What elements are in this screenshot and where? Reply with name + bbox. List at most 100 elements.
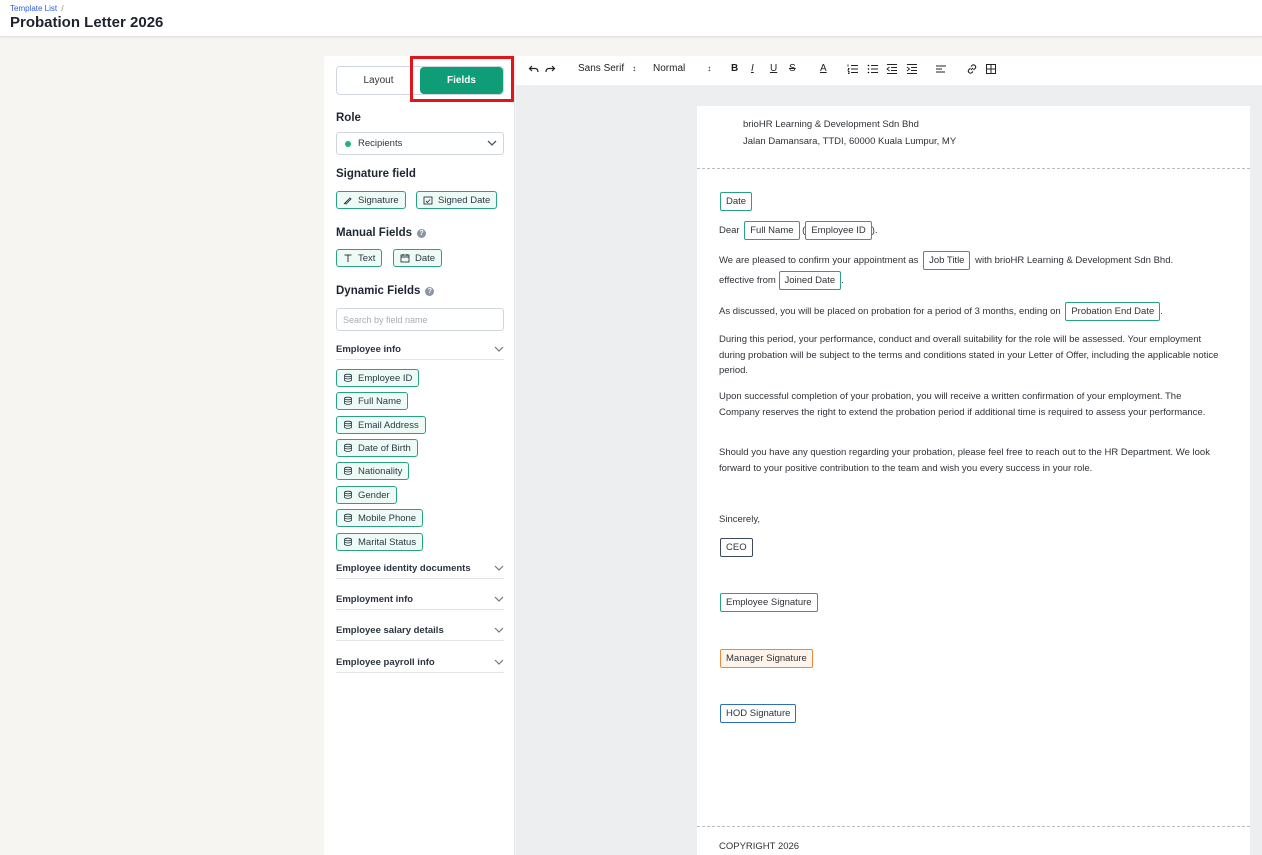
database-icon (344, 537, 352, 546)
link-button[interactable] (966, 63, 978, 75)
underline-button[interactable]: U (770, 63, 777, 74)
dynamic-fields-label: Dynamic Fields? (336, 285, 435, 297)
align-button[interactable] (935, 63, 947, 75)
redo-button[interactable] (544, 63, 556, 75)
paragraph-probation: As discussed, you will be placed on prob… (719, 302, 1224, 321)
role-label: Role (336, 112, 361, 124)
chip-mobile-phone[interactable]: Mobile Phone (336, 509, 424, 527)
size-select[interactable]: Normal ↕ (653, 63, 711, 74)
table-button[interactable] (985, 63, 997, 75)
chip-date-of-birth[interactable]: Date of Birth (336, 439, 418, 457)
text-color-button[interactable]: A (820, 63, 827, 74)
indent-button[interactable] (906, 63, 918, 75)
p1-text-c: effective from (719, 275, 776, 286)
database-icon (344, 420, 352, 429)
token-employee-id[interactable]: Employee ID (805, 221, 872, 240)
dear-text: Dear (719, 225, 740, 236)
chip-label: Email Address (358, 419, 419, 431)
table-icon (986, 64, 996, 74)
letterhead: brioHR Learning & Development Sdn Bhd Ja… (743, 116, 1248, 150)
tab-fields[interactable]: Fields (420, 67, 503, 94)
paragraph-appointment: We are pleased to confirm your appointme… (719, 251, 1224, 291)
salutation-line: Dear Full Name (Employee ID). (719, 221, 1224, 240)
accordion-employment-info[interactable]: Employment info (336, 589, 504, 610)
token-hod-signature[interactable]: HOD Signature (720, 704, 797, 723)
ordered-list-button[interactable] (847, 63, 859, 75)
manual-fields-label: Manual Fields? (336, 227, 427, 239)
sincerely-text: Sincerely, (719, 514, 761, 525)
chip-date[interactable]: Date (393, 249, 443, 267)
company-name: brioHR Learning & Development Sdn Bhd (743, 119, 919, 130)
breadcrumb-template-list[interactable]: Template List (10, 4, 57, 13)
role-value: Recipients (358, 138, 403, 149)
token-full-name[interactable]: Full Name (744, 221, 800, 240)
align-left-icon (936, 65, 946, 73)
outdent-button[interactable] (886, 63, 898, 75)
accordion-identity-documents[interactable]: Employee identity documents (336, 558, 504, 579)
chip-label: Date (415, 252, 436, 264)
chip-label: Employee ID (358, 372, 413, 384)
token-probation-end-date[interactable]: Probation End Date (1065, 302, 1161, 321)
token-manager-signature[interactable]: Manager Signature (720, 649, 813, 668)
chip-nationality[interactable]: Nationality (336, 462, 410, 480)
p1-text-b: with brioHR Learning & Development Sdn B… (975, 255, 1174, 266)
bullet-list-button[interactable] (867, 63, 879, 75)
updown-icon: ↕ (632, 64, 637, 73)
token-joined-date[interactable]: Joined Date (778, 271, 842, 290)
header-divider (697, 168, 1250, 169)
chip-employee-id[interactable]: Employee ID (336, 369, 420, 387)
accordion-salary-details[interactable]: Employee salary details (336, 620, 504, 641)
token-employee-signature[interactable]: Employee Signature (720, 593, 818, 612)
chip-signed-date[interactable]: Signed Date (416, 191, 498, 209)
bold-button[interactable]: B (731, 63, 738, 74)
editor-toolbar: Sans Serif ↕ Normal ↕ B I U S A (516, 56, 1262, 85)
paragraph-closing: Should you have any question regarding y… (719, 447, 1210, 474)
help-icon[interactable]: ? (417, 229, 427, 238)
p1-end: . (841, 275, 844, 286)
undo-button[interactable] (528, 63, 540, 75)
tab-layout[interactable]: Layout (337, 67, 420, 94)
ordered-list-icon (847, 64, 858, 74)
chip-label: Gender (358, 489, 390, 501)
accordion-employee-info[interactable]: Employee info (336, 339, 504, 360)
database-icon (344, 443, 352, 452)
calendar-icon (400, 254, 410, 263)
chip-gender[interactable]: Gender (336, 486, 397, 504)
font-select[interactable]: Sans Serif ↕ (578, 63, 636, 74)
indent-icon (906, 64, 917, 74)
token-ceo[interactable]: CEO (720, 538, 753, 557)
role-select[interactable]: Recipients (336, 132, 504, 155)
chip-text[interactable]: Text (336, 249, 383, 267)
breadcrumb: Template List / (10, 4, 64, 13)
text-icon (344, 254, 352, 262)
chip-label: Marital Status (358, 536, 417, 548)
database-icon (344, 466, 352, 475)
accordion-label: Employee payroll info (336, 656, 435, 668)
database-icon (344, 513, 352, 522)
chip-label: Nationality (358, 465, 403, 477)
accordion-payroll-info[interactable]: Employee payroll info (336, 652, 504, 673)
help-icon[interactable]: ? (425, 287, 435, 296)
chevron-down-icon (494, 346, 504, 352)
chip-signature[interactable]: Signature (336, 191, 406, 209)
letter-document[interactable]: brioHR Learning & Development Sdn Bhd Ja… (697, 106, 1250, 855)
fields-panel: Layout Fields Role Recipients Signature … (324, 56, 515, 855)
strike-button[interactable]: S (789, 63, 796, 74)
p1-text-a: We are pleased to confirm your appointme… (719, 255, 919, 266)
token-job-title[interactable]: Job Title (923, 251, 971, 270)
footer-divider (697, 826, 1250, 827)
panel-tab-switch: Layout Fields (336, 66, 504, 95)
chip-marital-status[interactable]: Marital Status (336, 533, 424, 551)
italic-button[interactable]: I (751, 63, 754, 74)
chevron-down-icon (494, 565, 504, 571)
footer-copyright: COPYRIGHT 2026 (719, 841, 800, 852)
dynamic-fields-text: Dynamic Fields (336, 285, 421, 297)
size-value: Normal (653, 63, 686, 74)
status-dot (345, 140, 351, 147)
token-date[interactable]: Date (720, 192, 753, 211)
chip-full-name[interactable]: Full Name (336, 392, 409, 410)
chip-label: Text (358, 252, 376, 264)
chip-email-address[interactable]: Email Address (336, 416, 426, 434)
paragraph-assessment: During this period, your performance, co… (719, 334, 1219, 376)
field-search-input[interactable] (336, 308, 504, 331)
